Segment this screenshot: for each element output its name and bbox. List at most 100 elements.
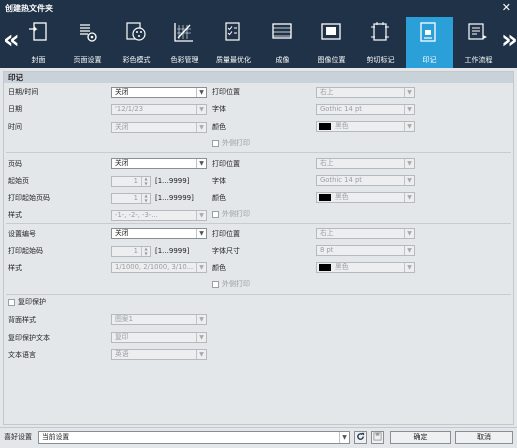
page-number-label: 页码 [8, 160, 22, 168]
set-outside-label: 外侧打印 [222, 280, 250, 288]
page-font-label: 字体 [212, 177, 226, 185]
datetime-select[interactable]: 关闭 ▼ [111, 87, 207, 98]
chevron-down-icon: ▼ [404, 193, 414, 202]
chevron-down-icon: ▼ [196, 229, 206, 238]
tab-image-position[interactable]: 图像位置 [308, 17, 355, 68]
cancel-button[interactable]: 取消 [455, 431, 513, 444]
text-language-value: 英语 [115, 350, 129, 358]
page-color-select[interactable]: 黑色 ▼ [316, 192, 415, 203]
color-swatch [319, 264, 331, 271]
tab-workflow[interactable]: 工作流程 [455, 17, 502, 68]
crop-marks-icon [371, 22, 389, 41]
datetime-position-select[interactable]: 右上 ▼ [316, 87, 415, 98]
page-position-select[interactable]: 右上 ▼ [316, 158, 415, 169]
ok-button[interactable]: 确定 [390, 431, 451, 444]
page-outside-checkbox[interactable] [212, 211, 219, 218]
start-number-stepper[interactable]: 1 ▲ ▼ [111, 193, 151, 204]
chevron-down-icon: ▼ [404, 105, 414, 114]
time-format-value: 关闭 [115, 123, 129, 131]
chevron-down-icon: ▼ [196, 350, 206, 359]
divider [6, 223, 511, 224]
tab-imaging[interactable]: 成像 [259, 17, 306, 68]
start-number-label: 打印起始页码 [8, 194, 50, 202]
bottom-bar: 喜好设置 当前设置 ▼ 确定 取消 [0, 427, 517, 448]
tab-label: 成像 [275, 56, 290, 64]
set-color-select[interactable]: 黑色 ▼ [316, 262, 415, 273]
tab-label: 封面 [31, 56, 46, 64]
set-number-value: 关闭 [115, 229, 129, 237]
page-font-select[interactable]: Gothic 14 pt ▼ [316, 175, 415, 186]
set-start-stepper[interactable]: 1 ▲ ▼ [111, 246, 151, 257]
text-language-select[interactable]: 英语 ▼ [111, 349, 207, 360]
datetime-font-select[interactable]: Gothic 14 pt ▼ [316, 104, 415, 115]
scroll-right-icon[interactable]: » [501, 27, 517, 53]
set-number-select[interactable]: 关闭 ▼ [111, 228, 207, 239]
workflow-icon [468, 23, 487, 40]
set-start-label: 打印起始码 [8, 247, 43, 255]
set-style-select[interactable]: 1/1000, 2/1000, 3/10... ▼ [111, 262, 207, 273]
page-outside-label: 外侧打印 [222, 210, 250, 218]
refresh-button[interactable] [354, 431, 367, 444]
imaging-icon [272, 23, 292, 39]
page-style-value: -1-, -2-, -3-... [115, 211, 158, 219]
copy-protect-checkbox[interactable] [8, 299, 15, 306]
stepper-arrows-icon[interactable]: ▲ ▼ [141, 246, 150, 256]
tab-color-mode[interactable]: 彩色模式 [113, 17, 160, 68]
protect-text-label: 复印保护文本 [8, 334, 50, 342]
chevron-down-icon: ▼ [196, 123, 206, 132]
chevron-down-icon: ▼ [404, 159, 414, 168]
stepper-arrows-icon[interactable]: ▲ ▼ [141, 193, 150, 203]
title-bar: 创建热文件夹 ✕ [0, 0, 517, 17]
create-hot-folder-window: 创建热文件夹 ✕ « » 封面 页面设置 彩色模式 色彩管理 质量最优化 成像 … [0, 0, 517, 448]
date-format-value: '12/1/23 [115, 105, 144, 113]
chevron-down-icon: ▼ [404, 88, 414, 97]
start-page-stepper[interactable]: 1 ▲ ▼ [111, 176, 151, 187]
chevron-down-icon: ▼ [404, 176, 414, 185]
tab-label: 工作流程 [464, 56, 493, 64]
close-icon[interactable]: ✕ [502, 1, 511, 14]
favorites-label: 喜好设置 [4, 433, 32, 441]
datetime-font-label: 字体 [212, 105, 226, 113]
color-mode-icon [126, 22, 146, 41]
stamp-settings-panel: 印记 日期/时间 关闭 ▼ 打印位置 右上 ▼ 日期 '12/1/23 ▼ 字体 Go… [3, 71, 514, 425]
set-position-value: 右上 [320, 229, 334, 237]
datetime-color-select[interactable]: 黑色 ▼ [316, 121, 415, 132]
page-number-select[interactable]: 关闭 ▼ [111, 158, 207, 169]
chevron-down-icon: ▼ [404, 263, 414, 272]
protect-text-value: 复印 [115, 333, 129, 341]
color-swatch [319, 194, 331, 201]
favorites-value: 当前设置 [42, 433, 70, 441]
tab-color-management[interactable]: 色彩管理 [161, 17, 208, 68]
tab-bar: « » 封面 页面设置 彩色模式 色彩管理 质量最优化 成像 图像位置 剪切标记… [0, 17, 517, 68]
background-pattern-label: 背面样式 [8, 316, 36, 324]
page-style-select[interactable]: -1-, -2-, -3-... ▼ [111, 210, 207, 221]
chevron-down-icon: ▼ [196, 105, 206, 114]
chevron-down-icon: ▼ [404, 246, 414, 255]
tab-label: 印记 [422, 56, 437, 64]
protect-text-select[interactable]: 复印 ▼ [111, 332, 207, 343]
background-pattern-select[interactable]: 图案1 ▼ [111, 314, 207, 325]
datetime-position-label: 打印位置 [212, 88, 240, 96]
datetime-position-value: 右上 [320, 88, 334, 96]
set-position-select[interactable]: 右上 ▼ [316, 228, 415, 239]
set-size-select[interactable]: 8 pt ▼ [316, 245, 415, 256]
date-format-select[interactable]: '12/1/23 ▼ [111, 104, 207, 115]
save-button[interactable] [371, 431, 384, 444]
time-format-select[interactable]: 关闭 ▼ [111, 122, 207, 133]
image-position-icon [321, 23, 341, 40]
tab-cover[interactable]: 封面 [15, 17, 62, 68]
set-size-value: 8 pt [320, 246, 334, 254]
datetime-outside-checkbox[interactable] [212, 140, 219, 147]
tab-quality[interactable]: 质量最优化 [210, 17, 257, 68]
tab-label: 页面设置 [73, 56, 102, 64]
tab-stamp[interactable]: 印记 [406, 17, 453, 68]
divider [6, 152, 511, 153]
tab-label: 彩色模式 [122, 56, 151, 64]
chevron-down-icon: ▼ [196, 333, 206, 342]
tab-page-setup[interactable]: 页面设置 [64, 17, 111, 68]
favorites-select[interactable]: 当前设置 ▼ [38, 431, 350, 444]
stepper-arrows-icon[interactable]: ▲ ▼ [141, 176, 150, 186]
set-style-label: 样式 [8, 264, 22, 272]
tab-crop-marks[interactable]: 剪切标记 [357, 17, 404, 68]
set-outside-checkbox[interactable] [212, 281, 219, 288]
